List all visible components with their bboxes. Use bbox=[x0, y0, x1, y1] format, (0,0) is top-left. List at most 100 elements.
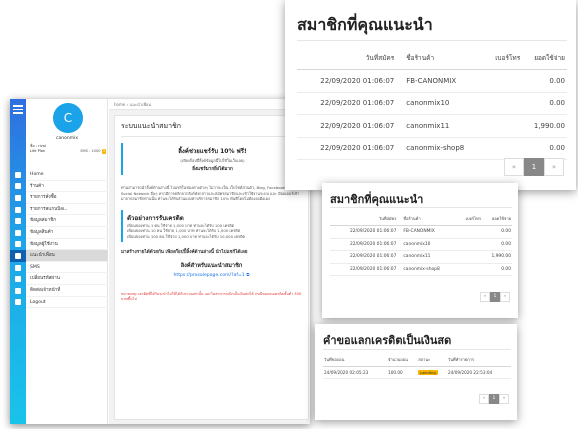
next-page-button[interactable]: » bbox=[500, 292, 510, 302]
table-row: 22/09/2020 01:06:07 canonmix10 0.00 bbox=[330, 238, 512, 251]
table-cell: 22/09/2020 01:06:07 bbox=[330, 263, 398, 276]
sidebar-item[interactable]: รายการสั่งซื้อ bbox=[26, 192, 108, 204]
table-cell bbox=[485, 137, 523, 160]
sidebar-item[interactable]: ข้อมูลผู้ใช้งาน bbox=[26, 239, 108, 251]
home-icon[interactable] bbox=[10, 169, 26, 181]
col-register-date: วันที่สมัคร bbox=[297, 41, 397, 70]
table-cell: 22/09/2020 01:06:07 bbox=[297, 137, 397, 160]
sidebar-item[interactable]: ติดต่อเจ้าหน้าที่ bbox=[26, 285, 108, 297]
withdraw-title: คำขอแลกเครดิตเป็นเงินสด bbox=[323, 334, 452, 347]
col-spend: ยอดใช้จ่าย bbox=[522, 41, 567, 70]
menu-icon[interactable] bbox=[13, 105, 23, 114]
sms-icon[interactable] bbox=[10, 262, 26, 274]
pagination: « 1 » bbox=[480, 292, 510, 302]
transaction-date: 24/09/2020 22:53:04 bbox=[446, 366, 511, 379]
breadcrumb-separator: › bbox=[126, 102, 129, 107]
withdraw-card: คำขอแลกเครดิตเป็นเงินสด วันที่ขอถอน จำนว… bbox=[315, 324, 517, 420]
col-status: สถานะ bbox=[417, 350, 447, 367]
next-page-button[interactable]: » bbox=[544, 158, 564, 176]
users-icon[interactable] bbox=[10, 215, 26, 227]
support-icon[interactable] bbox=[10, 285, 26, 297]
rail-icons bbox=[10, 169, 26, 308]
key-icon[interactable] bbox=[10, 273, 26, 285]
withdraw-table: วันที่ขอถอน จำนวนถอน สถานะ วันที่ทำรายกา… bbox=[323, 350, 511, 379]
members-table: วันที่สมัคร ชื่อร้านค้า เบอร์โทร ยอดใช้จ… bbox=[330, 208, 512, 276]
promo-title: ลิ้งค์ช่วยแชร์รับ 10% ฟรี! bbox=[178, 148, 247, 155]
sidebar-item[interactable]: รายการสแกนบิลเ.. bbox=[26, 204, 108, 216]
share-icon[interactable] bbox=[10, 250, 26, 262]
col-phone: เบอร์โทร bbox=[457, 208, 482, 226]
sidebar-item[interactable]: ข้อมูลสมาชิก bbox=[26, 215, 108, 227]
table-cell bbox=[457, 263, 482, 276]
sidebar-item[interactable]: SMS bbox=[26, 262, 108, 274]
promo-subtitle: (เพียงก็อปปี้ลิ้งค์ข้อมูลนี้ไปใช้ในเว็บเ… bbox=[180, 158, 245, 163]
sidebar-item[interactable]: แนะนำเพื่อน bbox=[26, 250, 108, 262]
table-cell: 22/09/2020 01:06:07 bbox=[330, 238, 398, 251]
referral-link-title: ลิงค์สำหรับแนะนำสมาชิก bbox=[180, 263, 243, 269]
table-cell bbox=[485, 114, 523, 138]
col-register-date: วันที่สมัคร bbox=[330, 208, 398, 226]
members-table: วันที่สมัคร ชื่อร้านค้า เบอร์โทร ยอดใช้จ… bbox=[297, 41, 567, 160]
sidebar-item[interactable]: ข้อมูลสินค้า bbox=[26, 227, 108, 239]
prev-page-button[interactable]: « bbox=[504, 158, 524, 176]
table-cell: FB-CANONMIX bbox=[396, 69, 486, 93]
table-cell: canonmix11 bbox=[396, 114, 486, 138]
table-cell: 0.00 bbox=[522, 69, 567, 93]
sidebar-item[interactable]: เปลี่ยนรหัสผ่าน bbox=[26, 273, 108, 285]
invite-card: ระบบแนะนำสมาชิก ลิ้งค์ช่วยแชร์รับ 10% ฟร… bbox=[114, 115, 309, 420]
username: canonmix bbox=[56, 136, 78, 141]
referral-link[interactable]: https://prosalepage.com/?af=1 ⧉ bbox=[121, 272, 302, 278]
name-label: ชื่อ bbox=[30, 144, 35, 148]
side-menu: Home ร้านค้า รายการสั่งซื้อ รายการสแกนบิลเ.… bbox=[26, 169, 108, 309]
referral-link-box: ลิงค์สำหรับแนะนำสมาชิก https://prosalepa… bbox=[121, 262, 302, 278]
sms-value: 1000 bbox=[91, 149, 101, 153]
pagination: « 1 » bbox=[504, 158, 564, 176]
box-icon[interactable] bbox=[10, 227, 26, 239]
sidebar-item[interactable]: Home bbox=[26, 169, 108, 181]
col-spend: ยอดใช้จ่าย bbox=[481, 208, 512, 226]
main-content: home › แนะนำเพื่อน ระบบแนะนำสมาชิก ลิ้งค… bbox=[109, 99, 310, 424]
table-row: 22/09/2020 01:06:07 FB-CANONMIX 0.00 bbox=[330, 225, 512, 239]
prev-page-button[interactable]: « bbox=[480, 292, 490, 302]
plan-info: ชื่อ : rival Life Plan SMS : 1000 3 bbox=[30, 144, 106, 154]
share-line: มาสร้างรายได้ด้วยกัน เพียงก๊อปปี้ลิ้งค์ด… bbox=[121, 250, 248, 255]
example-box: ตัวอย่างการรับเครดิต เพื่อนของท่าน 1 คน … bbox=[121, 209, 302, 242]
cart-icon[interactable] bbox=[10, 192, 26, 204]
col-shop-name: ชื่อร้านค้า bbox=[397, 208, 458, 226]
sidebar-item[interactable]: ร้านค้า bbox=[26, 181, 108, 193]
avatar[interactable]: C bbox=[53, 103, 83, 133]
promo-box: ลิ้งค์ช่วยแชร์รับ 10% ฟรี! (เพียงก็อปปี้… bbox=[121, 143, 302, 175]
next-page-button[interactable]: » bbox=[499, 394, 509, 404]
sidebar-item[interactable]: Logout bbox=[26, 297, 108, 309]
plan-label: Life Plan bbox=[30, 149, 46, 153]
table-cell bbox=[457, 250, 482, 264]
table-cell: 1,990.00 bbox=[481, 250, 512, 264]
table-row: 24/09/2020 02:05:23 100.00 pending 24/09… bbox=[323, 366, 511, 379]
icon-rail bbox=[10, 99, 26, 424]
pagination: « 1 » bbox=[479, 394, 509, 404]
table-cell: 22/09/2020 01:06:07 bbox=[330, 225, 398, 239]
scan-icon[interactable] bbox=[10, 204, 26, 216]
status-badge: pending bbox=[418, 370, 438, 375]
table-cell: FB-CANONMIX bbox=[397, 225, 458, 239]
invite-title: ระบบแนะนำสมาชิก bbox=[121, 121, 302, 137]
table-row: 22/09/2020 01:06:07 canonmix-shop8 0.00 bbox=[297, 137, 567, 160]
store-icon[interactable] bbox=[10, 181, 26, 193]
prev-page-button[interactable]: « bbox=[479, 394, 489, 404]
table-cell: 0.00 bbox=[481, 238, 512, 251]
request-date: 24/09/2020 02:05:23 bbox=[323, 366, 388, 379]
logout-icon[interactable] bbox=[10, 297, 26, 309]
breadcrumb-current: แนะนำเพื่อน bbox=[129, 102, 152, 107]
table-cell: 22/09/2020 01:06:07 bbox=[297, 114, 397, 138]
sms-label: SMS : bbox=[80, 149, 91, 153]
breadcrumb-home[interactable]: home bbox=[114, 102, 125, 107]
col-phone: เบอร์โทร bbox=[485, 41, 523, 70]
page-1-button[interactable]: 1 bbox=[489, 394, 499, 404]
copy-icon[interactable]: ⧉ bbox=[246, 273, 249, 278]
page-1-button[interactable]: 1 bbox=[524, 158, 544, 176]
user-icon[interactable] bbox=[10, 239, 26, 251]
table-row: 22/09/2020 01:06:07 canonmix11 1,990.00 bbox=[330, 250, 512, 264]
table-cell: 0.00 bbox=[522, 137, 567, 160]
page-1-button[interactable]: 1 bbox=[490, 292, 500, 302]
col-request-date: วันที่ขอถอน bbox=[323, 350, 388, 367]
